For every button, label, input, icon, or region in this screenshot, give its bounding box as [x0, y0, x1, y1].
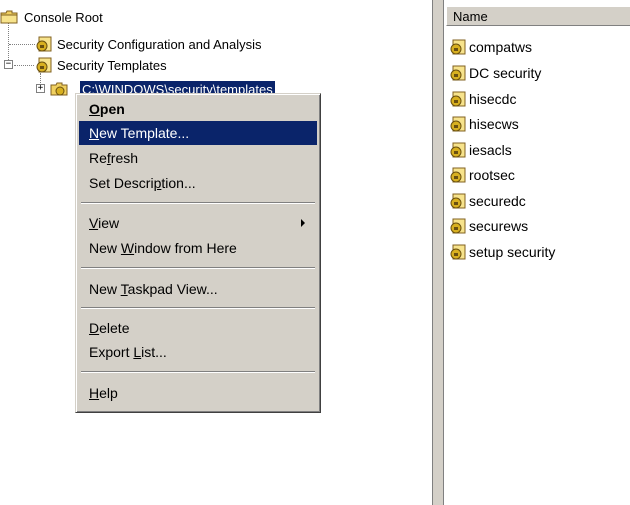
list-item-label: securedc: [469, 193, 526, 209]
menu-item-delete[interactable]: Delete: [79, 316, 317, 340]
collapse-icon[interactable]: −: [4, 60, 13, 69]
tree-node-security-configuration-and-analysis[interactable]: Security Configuration and Analysis: [34, 35, 264, 53]
menu-separator: [81, 267, 315, 269]
menu-text: ist...: [141, 344, 167, 360]
list-item-label: compatws: [469, 39, 533, 55]
list-item[interactable]: setup security: [448, 241, 555, 263]
menu-text: Re: [89, 150, 107, 166]
menu-text: resh: [110, 150, 139, 166]
tree-node-label: Console Root: [24, 9, 103, 25]
menu-item-export-list[interactable]: Export List...: [79, 340, 317, 364]
list-item[interactable]: hisecdc: [448, 88, 516, 110]
template-list-pane[interactable]: Name compatws DC security hisecdc hisecw…: [444, 0, 630, 505]
list-item-label: iesacls: [469, 142, 512, 158]
menu-item-refresh[interactable]: Refresh: [79, 146, 317, 170]
menu-text: New: [89, 240, 121, 256]
list-item[interactable]: securedc: [448, 190, 526, 212]
menu-accelerator: N: [89, 125, 100, 141]
menu-text: ew Template...: [99, 125, 190, 141]
pane-splitter[interactable]: [432, 0, 444, 505]
security-template-icon: [448, 116, 466, 132]
expand-icon[interactable]: +: [36, 84, 45, 93]
list-item-label: setup security: [469, 244, 556, 260]
menu-text: tion...: [161, 175, 196, 191]
menu-text: indow from Here: [134, 240, 237, 256]
security-template-icon: [448, 91, 466, 107]
menu-text: Export: [89, 344, 134, 360]
menu-accelerator: L: [133, 344, 142, 360]
tree-node-console-root[interactable]: Console Root: [0, 8, 105, 26]
menu-item-set-description[interactable]: Set Description...: [79, 171, 317, 195]
list-item[interactable]: DC security: [448, 62, 541, 84]
menu-separator: [81, 202, 315, 204]
list-item[interactable]: compatws: [448, 36, 532, 58]
security-template-icon: [448, 218, 466, 234]
menu-item-new-template[interactable]: New Template...: [79, 121, 317, 145]
menu-text: Set Descri: [89, 175, 154, 191]
list-item-label: hisecws: [469, 116, 519, 132]
tree-node-label: Security Configuration and Analysis: [57, 36, 262, 52]
security-template-icon: [34, 57, 52, 73]
list-item-label: DC security: [469, 65, 542, 81]
folder-icon: [0, 10, 18, 24]
menu-text: elete: [99, 320, 130, 336]
security-template-icon: [448, 193, 466, 209]
menu-separator: [81, 371, 315, 373]
menu-accelerator: T: [120, 281, 128, 297]
menu-separator: [81, 307, 315, 309]
security-template-icon: [448, 167, 466, 183]
tree-node-security-templates[interactable]: Security Templates: [34, 56, 169, 74]
folder-icon: [50, 82, 68, 96]
tree-connector: [8, 20, 9, 62]
list-item[interactable]: iesacls: [448, 139, 512, 161]
security-template-icon: [34, 36, 52, 52]
list-item-label: hisecdc: [469, 91, 517, 107]
tree-node-label: Security Templates: [57, 57, 167, 73]
menu-item-help[interactable]: Help: [79, 381, 317, 405]
list-item[interactable]: hisecws: [448, 113, 519, 135]
menu-text: askpad View...: [127, 281, 218, 297]
security-template-icon: [448, 244, 466, 260]
column-header-name[interactable]: Name: [446, 6, 630, 26]
security-template-icon: [448, 65, 466, 81]
menu-accelerator: D: [89, 320, 100, 336]
tree-connector: [9, 44, 35, 45]
menu-item-new-window-from-here[interactable]: New Window from Here: [79, 236, 317, 260]
security-template-icon: [448, 39, 466, 55]
list-item-label: rootsec: [469, 167, 515, 183]
menu-accelerator: O: [89, 101, 100, 117]
list-item[interactable]: rootsec: [448, 164, 515, 186]
security-template-icon: [448, 142, 466, 158]
menu-item-view[interactable]: View: [79, 211, 317, 235]
menu-text: pen: [99, 101, 125, 117]
menu-accelerator: H: [89, 385, 100, 401]
menu-text: elp: [99, 385, 118, 401]
menu-item-open[interactable]: Open: [79, 97, 317, 121]
menu-item-new-taskpad-view[interactable]: New Taskpad View...: [79, 277, 317, 301]
menu-text: New: [89, 281, 121, 297]
menu-accelerator: W: [120, 240, 135, 256]
menu-accelerator: V: [89, 215, 99, 231]
tree-connector: [14, 65, 34, 66]
menu-text: iew: [98, 215, 120, 231]
submenu-arrow-icon: [301, 219, 305, 227]
context-menu: Open New Template... Refresh Set Descrip…: [75, 93, 321, 413]
list-item[interactable]: securews: [448, 215, 528, 237]
list-item-label: securews: [469, 218, 529, 234]
